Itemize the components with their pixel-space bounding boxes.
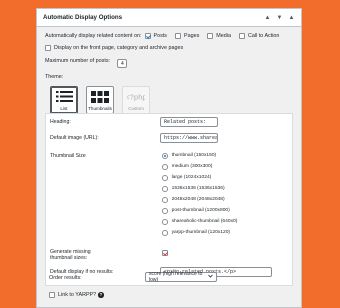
thumbnail-radio-label: thumbnail (150x150) (171, 153, 217, 159)
post-thumbnail-radio[interactable] (162, 208, 168, 214)
thumbnail-size-label: Thumbnail Size (50, 153, 86, 159)
pages-checkbox[interactable] (174, 33, 181, 39)
thumb-option-post-thumbnail[interactable]: post-thumbnail (1200x800) (162, 208, 230, 214)
large-radio[interactable] (162, 175, 168, 181)
post-thumbnail-radio-label: post-thumbnail (1200x800) (171, 208, 230, 214)
shareaholic-radio-label: shareaholic-thumbnail (640x0) (171, 219, 238, 225)
size-1536-radio-label: 1536x1536 (1536x1536) (171, 186, 225, 192)
chevron-down-icon (208, 274, 213, 280)
size-2048-radio-label: 2048x2048 (2048x2048) (171, 197, 225, 203)
theme-thumbnails-card[interactable]: Thumbnails (86, 86, 114, 114)
thumbnails-icon (91, 87, 109, 106)
option-pages[interactable]: Pages (174, 33, 200, 39)
display-options-panel: Automatic Display Options ▲ ▼ ▲ Automati… (36, 8, 302, 308)
generate-thumbnails-checkbox[interactable] (162, 250, 168, 256)
move-down-icon[interactable]: ▼ (276, 15, 283, 21)
pages-label: Pages (183, 33, 200, 39)
default-image-label: Default image (URL): (50, 135, 99, 141)
auto-display-row: Automatically display related content on… (45, 33, 293, 39)
order-results-select[interactable]: score (high relevance to low) (145, 271, 217, 283)
thumb-option-1536[interactable]: 1536x1536 (1536x1536) (162, 186, 225, 192)
theme-options-box: Heading: Related posts: Default image (U… (45, 113, 293, 286)
list-icon (55, 87, 73, 106)
medium-radio-label: medium (300x300) (171, 164, 213, 170)
option-call-to-action[interactable]: Call to Action (238, 33, 280, 39)
heading-label: Heading: (50, 119, 71, 125)
media-checkbox[interactable] (207, 33, 214, 39)
link-yarpp-row: Link to YARPP? ? (49, 292, 293, 298)
theme-list-card[interactable]: List (50, 86, 78, 114)
call-to-action-label: Call to Action (247, 33, 280, 39)
theme-label-row: Theme: (45, 74, 293, 80)
generate-thumbnails-label: Generate missing thumbnail sizes: (50, 249, 91, 261)
thumb-option-medium[interactable]: medium (300x300) (162, 164, 212, 170)
theme-label: Theme: (45, 74, 64, 80)
panel-title: Automatic Display Options (43, 14, 123, 21)
php-code-icon: <?php (127, 87, 145, 106)
yarpp-thumbnail-radio-label: yarpp-thumbnail (120x120) (171, 230, 231, 236)
max-posts-input[interactable]: 4 (117, 59, 127, 68)
size-1536-radio[interactable] (162, 186, 168, 192)
thumb-option-2048[interactable]: 2048x2048 (2048x2048) (162, 197, 225, 203)
theme-list-label: List (60, 106, 68, 111)
theme-custom-label: Custom (128, 106, 144, 111)
heading-input[interactable]: Related posts: (160, 117, 218, 127)
option-media[interactable]: Media (207, 33, 231, 39)
theme-custom-card[interactable]: <?php Custom (122, 86, 150, 114)
posts-checkbox[interactable] (144, 33, 151, 39)
thumb-option-shareaholic[interactable]: shareaholic-thumbnail (640x0) (162, 219, 237, 225)
link-yarpp-checkbox[interactable] (49, 292, 55, 298)
posts-label: Posts (153, 33, 167, 39)
panel-header: Automatic Display Options ▲ ▼ ▲ (37, 9, 301, 27)
collapse-toggle-icon[interactable]: ▲ (288, 15, 295, 21)
medium-radio[interactable] (162, 164, 168, 170)
link-yarpp-label: Link to YARPP? (58, 292, 97, 298)
thumb-option-yarpp[interactable]: yarpp-thumbnail (120x120) (162, 230, 230, 236)
svg-text:<?php: <?php (127, 94, 145, 102)
default-image-input[interactable]: https://www.shareab (160, 133, 218, 143)
media-label: Media (216, 33, 231, 39)
yarpp-thumbnail-radio[interactable] (162, 230, 168, 236)
thumbnail-radio[interactable] (162, 153, 168, 159)
auto-display-label: Automatically display related content on… (45, 33, 142, 39)
help-icon[interactable]: ? (98, 292, 104, 298)
call-to-action-checkbox[interactable] (238, 33, 245, 39)
max-posts-label-row: Maximum number of posts: (45, 58, 293, 64)
option-posts[interactable]: Posts (144, 33, 167, 39)
thumb-option-large[interactable]: large (1024x1024) (162, 175, 211, 181)
theme-thumbnails-label: Thumbnails (88, 106, 112, 111)
max-posts-label: Maximum number of posts: (45, 58, 111, 64)
front-page-checkbox[interactable] (45, 45, 51, 51)
front-page-label: Display on the front page, category and … (54, 45, 184, 51)
order-results-label: Order results: (49, 275, 82, 281)
large-radio-label: large (1024x1024) (171, 175, 212, 181)
thumb-option-thumbnail[interactable]: thumbnail (150x150) (162, 153, 216, 159)
move-up-icon[interactable]: ▲ (264, 15, 271, 21)
front-page-row: Display on the front page, category and … (45, 45, 293, 51)
order-results-value: score (high relevance to low) (149, 271, 203, 283)
size-2048-radio[interactable] (162, 197, 168, 203)
shareaholic-radio[interactable] (162, 219, 168, 225)
